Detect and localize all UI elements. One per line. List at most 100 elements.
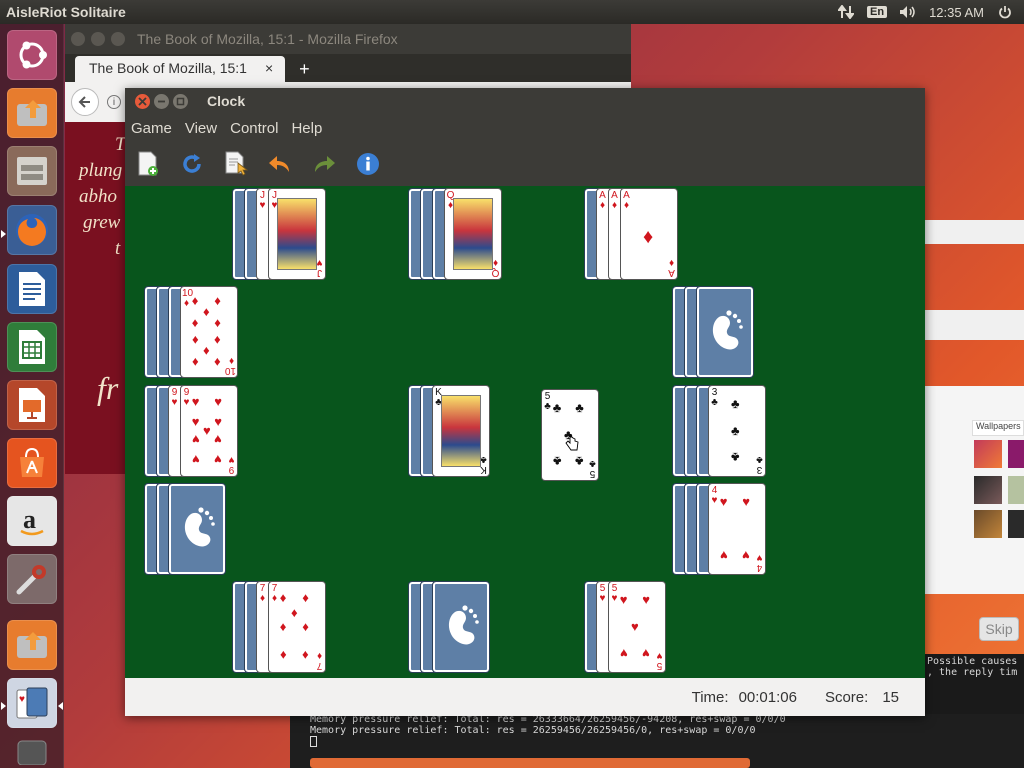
- pile-center[interactable]: K ♣ K ♣: [408, 385, 518, 477]
- background-window-strip: [925, 310, 1024, 340]
- close-button[interactable]: [135, 93, 150, 109]
- gnome-foot-icon: [443, 602, 481, 654]
- about-button[interactable]: [355, 151, 381, 177]
- pile-row2-right[interactable]: [672, 286, 782, 378]
- software-updater-icon[interactable]: [7, 88, 57, 138]
- menu-help[interactable]: Help: [291, 120, 322, 137]
- solitaire-titlebar: Clock: [125, 88, 925, 114]
- time-value: 00:01:06: [738, 688, 797, 706]
- wallpapers-tab[interactable]: Wallpapers: [972, 420, 1024, 436]
- minimize-button[interactable]: [154, 93, 169, 109]
- amazon-icon[interactable]: a: [7, 496, 57, 546]
- playing-card[interactable]: 9 ♥ 9 ♥ ♥ ♥ ♥ ♥ ♥ ♥ ♥ ♥ ♥: [180, 385, 238, 477]
- new-game-button[interactable]: [135, 151, 161, 177]
- skip-button[interactable]: Skip: [979, 617, 1019, 641]
- court-card-portrait: [453, 198, 493, 270]
- playing-card[interactable]: 3 ♣ 3 ♣ ♣ ♣ ♣: [708, 385, 766, 477]
- ubuntu-software-icon[interactable]: [7, 438, 57, 488]
- libreoffice-impress-icon[interactable]: [7, 380, 57, 430]
- solitaire-window-title: Clock: [207, 93, 246, 109]
- pile-row3-left[interactable]: 9 ♥ 9 ♥ 9 ♥ ♥ ♥ ♥ ♥ ♥ ♥ ♥ ♥ ♥: [144, 385, 254, 477]
- playing-card[interactable]: 10 ♦ 10 ♦ ♦ ♦ ♦ ♦ ♦ ♦ ♦ ♦ ♦ ♦: [180, 286, 238, 378]
- card-back[interactable]: [168, 483, 226, 575]
- pile-row4-right[interactable]: 4 ♥ 4 ♥ ♥ ♥ ♥ ♥: [672, 483, 782, 575]
- score-value: 15: [882, 688, 899, 706]
- card-pip: ♥: [214, 414, 222, 429]
- card-pip: ♥: [203, 423, 211, 438]
- card-back[interactable]: [432, 581, 490, 673]
- files-icon[interactable]: [7, 146, 57, 196]
- menu-control[interactable]: Control: [230, 120, 278, 137]
- pile-bottom-right[interactable]: 5 ♥ 5 ♥ 5 ♥ ♥ ♥ ♥ ♥ ♥: [584, 581, 694, 673]
- back-button[interactable]: [71, 88, 99, 116]
- card-rank: 3 ♣: [711, 387, 718, 408]
- new-tab-button[interactable]: +: [299, 59, 310, 80]
- wallpaper-thumbnail[interactable]: [974, 476, 1002, 504]
- card-rank: 10 ♦: [182, 288, 194, 309]
- playing-card[interactable]: Q ♦ Q ♦: [444, 188, 502, 280]
- wallpaper-thumbnail[interactable]: [974, 510, 1002, 538]
- playing-card[interactable]: A ♦ A ♦ ♦: [620, 188, 678, 280]
- pile-bottom-center-left[interactable]: 7 ♦ 7 ♦ 7 ♦ ♦ ♦ ♦ ♦ ♦ ♦ ♦: [232, 581, 342, 673]
- card-pip: ♦: [203, 304, 210, 320]
- pile-row3-right[interactable]: 3 ♣ 3 ♣ ♣ ♣ ♣: [672, 385, 782, 477]
- network-icon[interactable]: [837, 5, 855, 19]
- browser-tab[interactable]: The Book of Mozilla, 15:1 ×: [75, 56, 286, 82]
- maximize-icon[interactable]: [111, 32, 125, 46]
- close-icon[interactable]: [71, 32, 85, 46]
- focused-indicator: [58, 702, 63, 710]
- card-pip: ♦: [302, 647, 309, 663]
- card-rank: A ♦: [611, 190, 618, 211]
- ubuntu-dash-icon[interactable]: [7, 30, 57, 80]
- pile-top-right[interactable]: A ♦ A ♦ A ♦ A ♦ ♦: [584, 188, 694, 280]
- card-rank: 5 ♣: [589, 458, 596, 479]
- playing-card[interactable]: 7 ♦ 7 ♦ ♦ ♦ ♦ ♦ ♦ ♦ ♦: [268, 581, 326, 673]
- toolbar: [125, 142, 925, 186]
- menu-view[interactable]: View: [185, 120, 217, 137]
- pile-bottom-center[interactable]: [408, 581, 518, 673]
- undo-button[interactable]: [267, 151, 293, 177]
- power-icon[interactable]: [996, 5, 1014, 19]
- volume-icon[interactable]: [899, 5, 917, 19]
- tab-close-icon[interactable]: ×: [265, 60, 273, 82]
- wallpaper-thumbnail[interactable]: [1008, 510, 1024, 538]
- playing-card[interactable]: 5 ♥ 5 ♥ ♥ ♥ ♥ ♥ ♥: [608, 581, 666, 673]
- menu-game[interactable]: Game: [131, 120, 172, 137]
- card-pip: ♥: [191, 414, 200, 429]
- page-text-line: grew: [83, 212, 121, 233]
- card-pip: ♦: [279, 590, 287, 606]
- system-settings-icon[interactable]: [7, 554, 57, 604]
- pile-top-center-left[interactable]: J ♥ J ♥ J ♥: [232, 188, 342, 280]
- select-game-button[interactable]: [223, 151, 249, 177]
- page-text-line: abho: [79, 186, 117, 207]
- game-table[interactable]: J ♥ J ♥ J ♥ Q ♦ Q ♦ A ♦ A ♦ A ♦ A ♦ ♦ 10 ♦ 10 ♦ ♦ ♦ ♦ ♦ ♦ ♦ ♦ ♦ ♦ ♦ 9 ♥ 9 ♥ 9…: [125, 186, 925, 678]
- playing-card[interactable]: K ♣ K ♣: [432, 385, 490, 477]
- card-pip: ♦: [291, 604, 298, 620]
- libreoffice-writer-icon[interactable]: [7, 264, 57, 314]
- site-info-icon[interactable]: i: [107, 95, 121, 109]
- software-updater-icon[interactable]: [7, 620, 57, 670]
- playing-card[interactable]: J ♥ J ♥: [268, 188, 326, 280]
- pile-row4-left[interactable]: [144, 483, 254, 575]
- trash-icon[interactable]: [7, 736, 57, 766]
- playing-card[interactable]: 4 ♥ 4 ♥ ♥ ♥ ♥ ♥: [708, 483, 766, 575]
- wallpaper-thumbnail[interactable]: [1008, 440, 1024, 468]
- wallpaper-thumbnail[interactable]: [1008, 476, 1024, 504]
- terminal-cursor: [310, 736, 317, 747]
- card-back[interactable]: [696, 286, 754, 378]
- pile-top-center[interactable]: Q ♦ Q ♦: [408, 188, 518, 280]
- clock[interactable]: 12:35 AM: [929, 5, 984, 20]
- libreoffice-calc-icon[interactable]: [7, 322, 57, 372]
- restart-button[interactable]: [179, 151, 205, 177]
- solitaire-icon[interactable]: ♥: [7, 678, 57, 728]
- wallpaper-thumbnail[interactable]: [974, 440, 1002, 468]
- firefox-icon[interactable]: [7, 205, 57, 255]
- card-pip: ♦: [643, 226, 654, 248]
- pile-row2-left[interactable]: 10 ♦ 10 ♦ ♦ ♦ ♦ ♦ ♦ ♦ ♦ ♦ ♦ ♦: [144, 286, 254, 378]
- card-pip: ♥: [191, 432, 200, 447]
- card-rank: J ♥: [259, 190, 266, 211]
- redo-button[interactable]: [311, 151, 337, 177]
- keyboard-layout-indicator[interactable]: En: [867, 6, 888, 18]
- minimize-icon[interactable]: [91, 32, 105, 46]
- maximize-button[interactable]: [173, 93, 188, 109]
